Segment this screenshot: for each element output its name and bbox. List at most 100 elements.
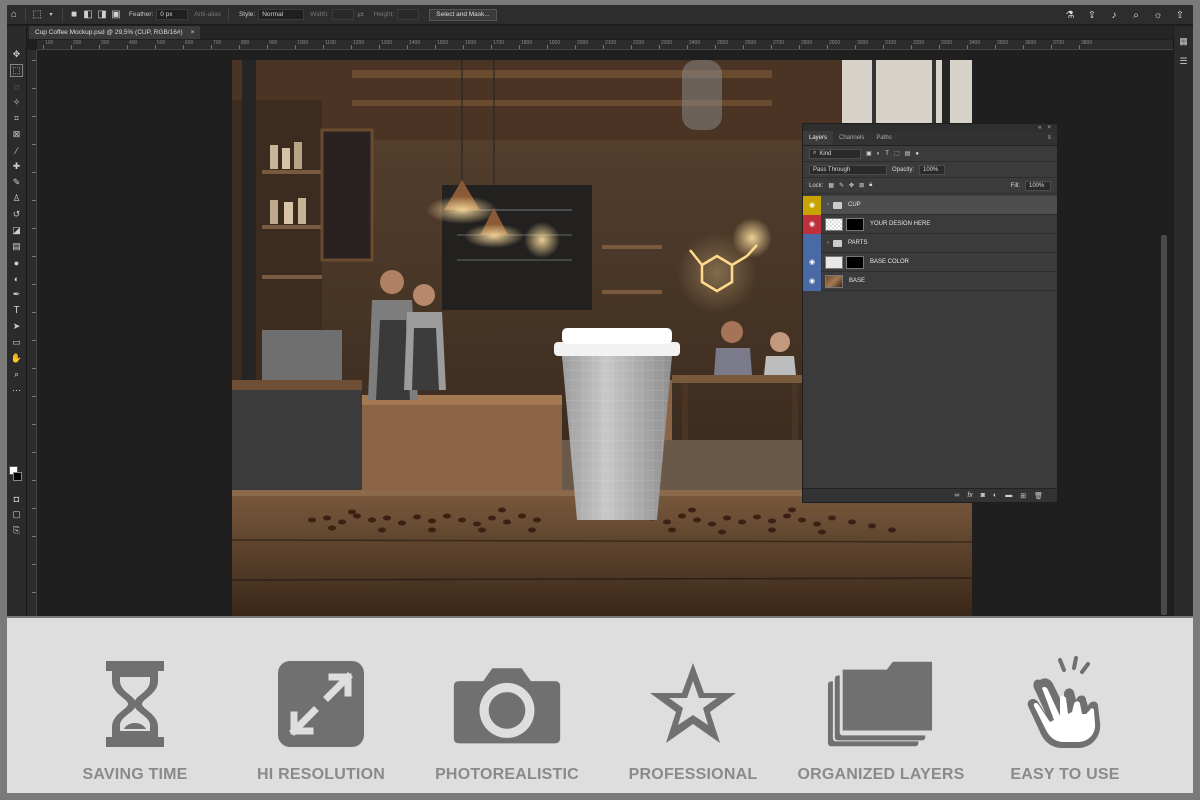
visibility-eye-icon[interactable]: ◉ (803, 195, 821, 215)
upload-icon[interactable]: ⇧ (1173, 8, 1187, 22)
type-tool-icon[interactable]: T (10, 304, 23, 317)
adjustment-filter-icon[interactable]: ◐ (877, 151, 881, 157)
adjustment-icon[interactable]: ◐ (993, 492, 997, 499)
expand-arrow-icon[interactable]: › (827, 240, 829, 246)
pen-tool-icon[interactable]: ✒ (10, 288, 23, 301)
layer-row-parts[interactable]: › PARTS (803, 233, 1057, 253)
ruler-tick (32, 536, 36, 537)
feather-input[interactable]: 0 px (156, 9, 189, 20)
mask-icon[interactable]: ◙ (981, 492, 985, 499)
magic-wand-tool-icon[interactable]: ✧ (10, 96, 23, 109)
layer-row-your-design-here[interactable]: ◉ YOUR DESIGN HERE (803, 214, 1057, 234)
tab-layers[interactable]: Layers (803, 131, 834, 145)
crop-tool-icon[interactable]: ⌗ (10, 112, 23, 125)
style-select[interactable]: Normal (258, 9, 305, 20)
more-tools-icon[interactable]: ⋯ (10, 384, 23, 397)
ruler-tick (1051, 45, 1052, 49)
ruler-label: 400 (129, 40, 138, 46)
lock-pixels-icon[interactable]: ✎ (839, 182, 844, 189)
move-tool-icon[interactable]: ✥ (10, 48, 23, 61)
stamp-tool-icon[interactable]: ♙ (10, 192, 23, 205)
ruler-tick (32, 60, 36, 61)
screen-mode-icon[interactable]: ▢ (10, 508, 23, 521)
ruler-label: 1300 (381, 40, 393, 46)
dodge-tool-icon[interactable]: ◐ (10, 272, 23, 285)
panel-menu-icon[interactable]: ≡ (1047, 131, 1057, 145)
gradient-tool-icon[interactable]: ▤ (10, 240, 23, 253)
lock-transparency-icon[interactable]: ▦ (828, 182, 834, 189)
flask-icon[interactable]: ⚗ (1063, 8, 1077, 22)
visibility-eye-icon[interactable]: ◉ (803, 252, 821, 272)
eraser-tool-icon[interactable]: ◪ (10, 224, 23, 237)
filter-toggle-icon[interactable]: ● (915, 151, 919, 157)
antialias-label[interactable]: Anti-alias (194, 11, 221, 18)
width-input[interactable] (331, 9, 354, 20)
opacity-input[interactable]: 100% (919, 164, 946, 175)
edit-toolbar-icon[interactable]: ⎘ (10, 524, 23, 537)
eyedropper-tool-icon[interactable]: ⁄ (10, 144, 23, 157)
bell-icon[interactable]: ♪ (1107, 8, 1121, 22)
healing-tool-icon[interactable]: ✚ (10, 160, 23, 173)
visibility-eye-icon[interactable]: ◉ (803, 214, 821, 234)
brightness-icon[interactable]: ☼ (1151, 8, 1165, 22)
layer-row-base-color[interactable]: ◉ BASE COLOR (803, 252, 1057, 272)
ruler-tick (799, 45, 800, 49)
fx-icon[interactable]: fx (967, 492, 972, 499)
tab-paths[interactable]: Paths (870, 131, 897, 145)
new-layer-icon[interactable]: ⊞ (1020, 492, 1026, 500)
new-selection-icon[interactable]: ■ (67, 8, 81, 22)
lock-all-icon[interactable]: 🔒︎ (869, 182, 872, 189)
lock-artboard-icon[interactable]: ⊠ (859, 182, 864, 189)
zoom-tool-icon[interactable]: ⌕ (10, 368, 23, 381)
lock-position-icon[interactable]: ✥ (849, 182, 854, 189)
vertical-scrollbar[interactable] (1161, 235, 1167, 615)
add-selection-icon[interactable]: ◧ (81, 8, 95, 22)
type-filter-icon[interactable]: T (885, 151, 889, 157)
lasso-tool-icon[interactable]: ◌ (10, 80, 23, 93)
quick-mask-icon[interactable]: ◘ (10, 492, 23, 505)
collapse-icon[interactable]: « (1038, 125, 1041, 131)
image-filter-icon[interactable]: ▣ (866, 150, 872, 157)
expand-arrow-icon[interactable]: › (827, 202, 829, 208)
layer-row-base[interactable]: ◉ BASE (803, 271, 1057, 291)
properties-icon[interactable]: ☰ (1177, 56, 1190, 69)
shape-tool-icon[interactable]: ▭ (10, 336, 23, 349)
folder-icon[interactable]: ▬ (1005, 492, 1012, 499)
history-brush-icon[interactable]: ↺ (10, 208, 23, 221)
link-icon[interactable]: ∞ (954, 492, 959, 499)
select-and-mask-button[interactable]: Select and Mask... (429, 8, 497, 21)
share-icon[interactable]: ⇪ (1085, 8, 1099, 22)
trash-icon[interactable]: 🗑︎ (1034, 492, 1043, 500)
search-icon[interactable]: ⌕ (1129, 8, 1143, 22)
background-color-swatch[interactable] (13, 472, 22, 481)
brush-tool-icon[interactable]: ✎ (10, 176, 23, 189)
intersect-selection-icon[interactable]: ▣ (109, 8, 123, 22)
frame-tool-icon[interactable]: ⊠ (10, 128, 23, 141)
close-icon[interactable]: × (191, 29, 195, 36)
path-select-icon[interactable]: ➤ (10, 320, 23, 333)
hand-tool-icon[interactable]: ✋ (10, 352, 23, 365)
panel-icon[interactable]: ▦ (1177, 36, 1190, 49)
height-input[interactable] (397, 9, 420, 20)
ruler-tick (659, 45, 660, 49)
document-tab[interactable]: Cup Coffee Mockup.psd @ 29,5% (CUP, RGB/… (29, 26, 201, 39)
shape-filter-icon[interactable]: ⬚ (894, 150, 900, 157)
chevron-down-icon[interactable]: ▾ (44, 8, 58, 22)
visibility-eye-icon[interactable] (803, 233, 821, 253)
blur-tool-icon[interactable]: ● (10, 256, 23, 269)
ruler-label: 300 (101, 40, 110, 46)
ruler-tick (183, 45, 184, 49)
home-icon[interactable]: ⌂ (7, 8, 21, 22)
visibility-eye-icon[interactable]: ◉ (803, 271, 821, 291)
smart-filter-icon[interactable]: ▤ (905, 150, 911, 157)
filter-select[interactable]: ⌕ Kind (809, 148, 861, 159)
ruler-tick (32, 88, 36, 89)
layer-row-cup[interactable]: ◉ › CUP (803, 195, 1057, 215)
tab-channels[interactable]: Channels (833, 131, 870, 145)
marquee-tool-icon[interactable]: ⬚ (30, 8, 44, 22)
blend-mode-select[interactable]: Pass Through (809, 164, 887, 175)
fill-input[interactable]: 100% (1025, 180, 1051, 191)
swap-icon[interactable]: ⇄ (354, 8, 368, 22)
marquee-tool-icon[interactable]: ⬚ (10, 64, 23, 77)
subtract-selection-icon[interactable]: ◨ (95, 8, 109, 22)
